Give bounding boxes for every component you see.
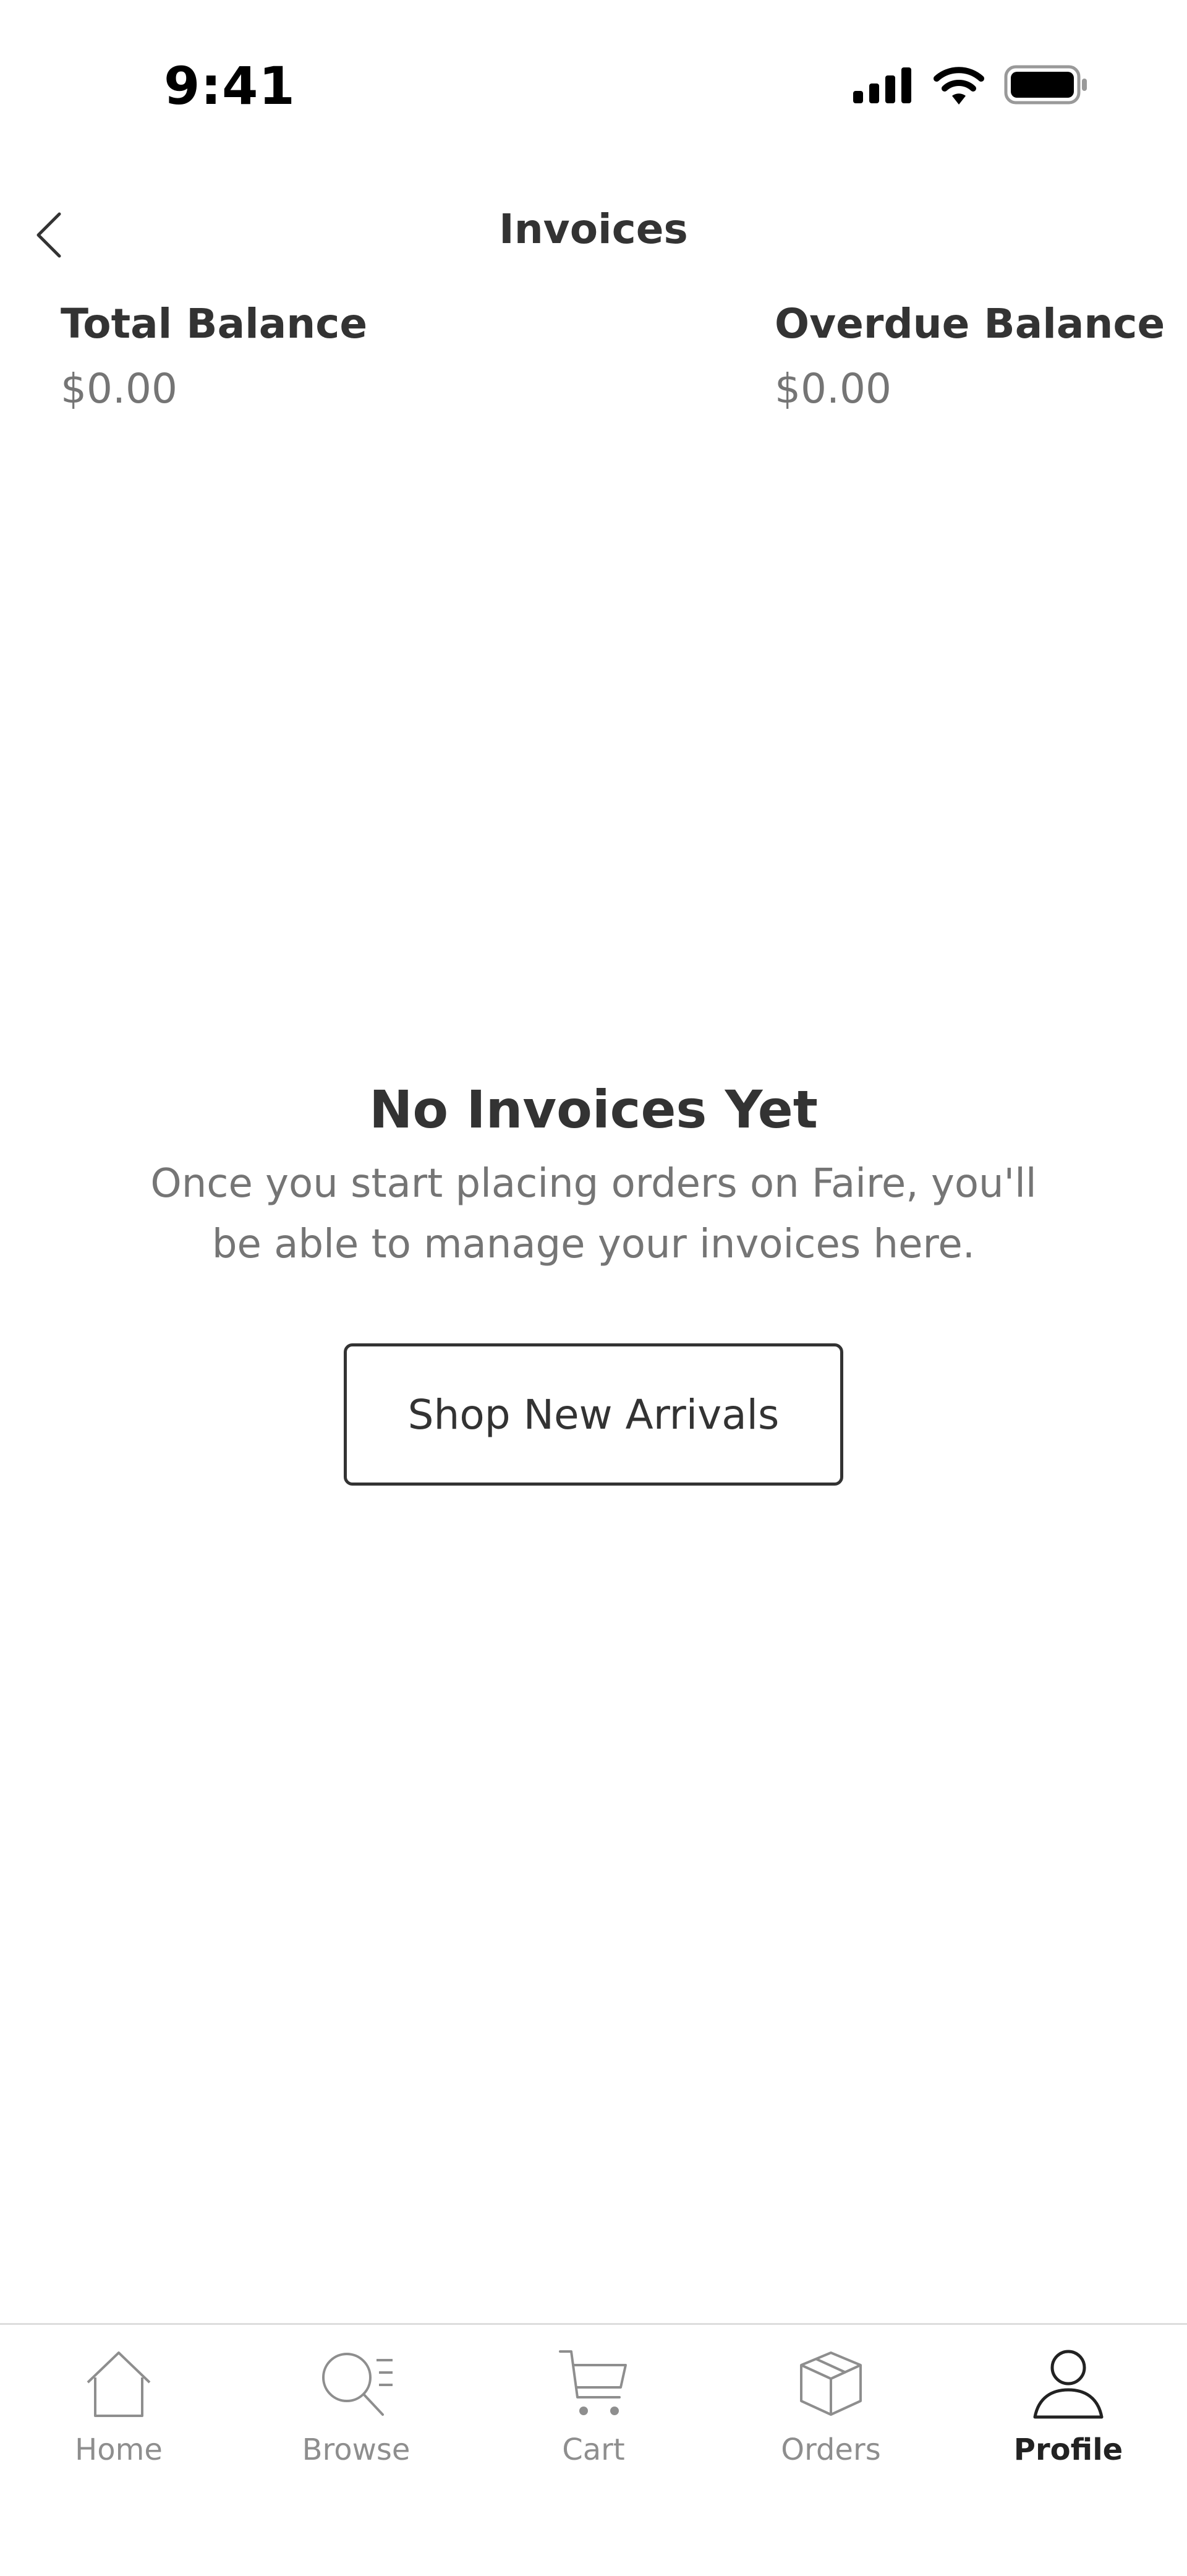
total-balance-value: $0.00 <box>61 365 177 413</box>
overdue-balance-value: $0.00 <box>775 365 891 413</box>
home-icon <box>87 2351 151 2417</box>
tab-profile[interactable]: Profile <box>950 2343 1187 2467</box>
cart-icon <box>559 2350 627 2415</box>
tab-label: Profile <box>1013 2433 1123 2467</box>
tab-label: Cart <box>562 2433 625 2467</box>
wifi-icon <box>934 67 984 105</box>
empty-state: No Invoices Yet Once you start placing o… <box>0 1079 1187 1275</box>
profile-icon <box>1033 2350 1104 2419</box>
status-bar: 9:41 <box>0 0 1187 142</box>
total-balance-summary: Total Balance $0.00 <box>61 300 367 413</box>
status-time: 9:41 <box>164 56 296 116</box>
tab-browse[interactable]: Browse <box>237 2343 475 2467</box>
tab-label: Home <box>75 2433 163 2467</box>
cellular-signal-icon <box>853 67 911 103</box>
tab-label: Orders <box>781 2433 881 2467</box>
shop-new-arrivals-button[interactable]: Shop New Arrivals <box>344 1343 843 1486</box>
page-title: Invoices <box>499 205 688 253</box>
total-balance-label: Total Balance <box>61 300 368 348</box>
tab-home[interactable]: Home <box>0 2343 237 2467</box>
battery-icon <box>1004 65 1087 105</box>
empty-state-message-line: be able to manage your invoices here. <box>211 1222 976 1267</box>
tab-orders[interactable]: Orders <box>712 2343 950 2467</box>
navigation-bar: Invoices <box>0 186 1187 285</box>
orders-box-icon <box>800 2351 862 2416</box>
empty-state-message-line: Once you start placing orders on Faire, … <box>150 1161 1037 1207</box>
overdue-balance-summary: Overdue Balance $0.00 <box>775 300 1165 413</box>
overdue-balance-label: Overdue Balance <box>775 300 1165 348</box>
tab-label: Browse <box>302 2433 411 2467</box>
status-icons <box>852 65 1088 105</box>
empty-state-title: No Invoices Yet <box>369 1079 818 1140</box>
empty-state-message: Once you start placing orders on Faire, … <box>0 1153 1187 1275</box>
tab-cart[interactable]: Cart <box>475 2343 712 2467</box>
tab-bar: Home Browse Cart Orders Profile <box>0 2323 1187 2576</box>
browse-icon <box>322 2353 393 2416</box>
